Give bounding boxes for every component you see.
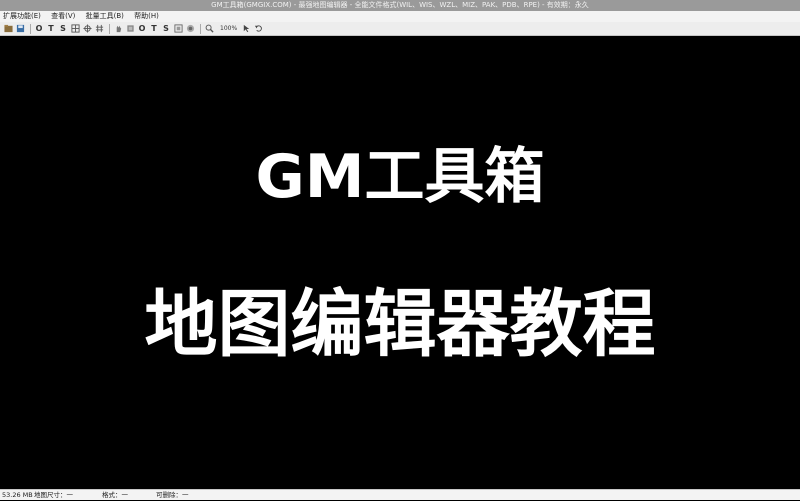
- overlay-title-line2: 地图编辑器教程: [144, 282, 656, 367]
- pointer-icon[interactable]: [241, 23, 251, 34]
- overlay-title-line1: GM工具箱: [255, 142, 545, 212]
- hash-icon[interactable]: [94, 23, 104, 34]
- toolbar: O T S O T S 100%: [0, 22, 800, 36]
- status-deletable: 可删除：一: [156, 491, 189, 499]
- window-title: GM工具箱(GMGIX.COM) - 最强地图编辑器 - 全能文件格式(WIL、…: [211, 1, 589, 9]
- s-layer-button[interactable]: S: [161, 23, 171, 34]
- frame-icon[interactable]: [173, 23, 183, 34]
- map-canvas[interactable]: [0, 37, 800, 489]
- toolbar-separator: [30, 23, 31, 34]
- s-tool-button[interactable]: S: [58, 23, 68, 34]
- status-map-size: 地图尺寸：一: [34, 491, 73, 499]
- status-memory: 53.26 MB: [2, 491, 33, 499]
- t-tool-button[interactable]: T: [46, 23, 56, 34]
- status-bar: 53.26 MB 地图尺寸：一 格式：一 可删除：一: [0, 489, 800, 500]
- hand-icon[interactable]: [113, 23, 123, 34]
- o-tool-button[interactable]: O: [34, 23, 44, 34]
- zoom-icon[interactable]: [204, 23, 214, 34]
- fill-icon[interactable]: [125, 23, 135, 34]
- menu-help[interactable]: 帮助(H): [131, 11, 164, 22]
- o-layer-button[interactable]: O: [137, 23, 147, 34]
- menu-view[interactable]: 查看(V): [48, 11, 80, 22]
- open-icon[interactable]: [3, 23, 13, 34]
- undo-icon[interactable]: [253, 23, 263, 34]
- toolbar-separator: [109, 23, 110, 34]
- toolbar-separator: [200, 23, 201, 34]
- menu-extensions[interactable]: 扩展功能(E): [0, 11, 46, 22]
- grid-icon[interactable]: [70, 23, 80, 34]
- save-icon[interactable]: [15, 23, 25, 34]
- menu-bar: 扩展功能(E) 查看(V) 批量工具(B) 帮助(H): [0, 11, 800, 22]
- status-format: 格式：一: [102, 491, 128, 499]
- layer-icon[interactable]: [185, 23, 195, 34]
- t-layer-button[interactable]: T: [149, 23, 159, 34]
- window-title-bar: GM工具箱(GMGIX.COM) - 最强地图编辑器 - 全能文件格式(WIL、…: [0, 0, 800, 11]
- menu-batch-tools[interactable]: 批量工具(B): [83, 11, 129, 22]
- zoom-level[interactable]: 100%: [220, 25, 237, 32]
- star-icon[interactable]: [82, 23, 92, 34]
